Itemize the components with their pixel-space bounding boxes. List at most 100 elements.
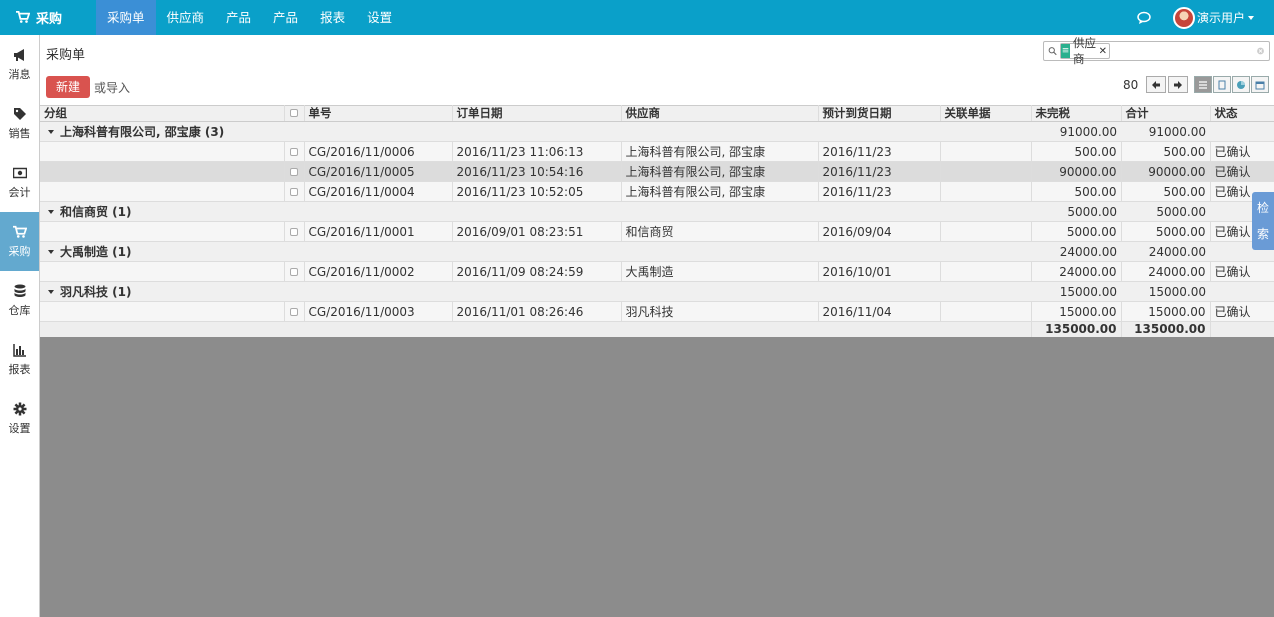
- group-row[interactable]: 大禹制造 (1) 24000.00 24000.00: [40, 241, 1274, 262]
- group-row[interactable]: 羽凡科技 (1) 15000.00 15000.00: [40, 281, 1274, 302]
- chevron-down-icon: [1248, 15, 1254, 20]
- cell-supplier: 上海科普有限公司, 邵宝康: [621, 141, 819, 162]
- side-tab-label: 索: [1256, 227, 1269, 241]
- sidebar-item-warehouse[interactable]: 仓库: [0, 271, 39, 330]
- menu-products[interactable]: 产品: [215, 0, 262, 35]
- column-header-status[interactable]: 状态: [1210, 105, 1274, 122]
- cell-number: CG/2016/11/0006: [304, 141, 453, 162]
- column-header-group[interactable]: 分组: [40, 105, 285, 122]
- table-row[interactable]: CG/2016/11/0003 2016/11/01 08:26:46 羽凡科技…: [40, 301, 1274, 322]
- pager-next-button[interactable]: [1168, 76, 1188, 93]
- column-header-related[interactable]: 关联单据: [940, 105, 1032, 122]
- column-header-supplier[interactable]: 供应商: [621, 105, 819, 122]
- menu-settings[interactable]: 设置: [356, 0, 403, 35]
- cell-supplier: 上海科普有限公司, 邵宝康: [621, 161, 819, 182]
- cell-status: 已确认: [1210, 261, 1274, 282]
- group-row[interactable]: 和信商贸 (1) 5000.00 5000.00: [40, 201, 1274, 222]
- close-icon[interactable]: ✕: [1099, 46, 1107, 57]
- form-view-button[interactable]: [1213, 76, 1231, 93]
- menu-suppliers[interactable]: 供应商: [156, 0, 216, 35]
- chat-icon[interactable]: [1137, 11, 1153, 25]
- group-name: 上海科普有限公司, 邵宝康 (3): [60, 125, 225, 139]
- cell-total: 24000.00: [1121, 261, 1211, 282]
- list-view-button[interactable]: [1194, 76, 1212, 93]
- row-checkbox[interactable]: [284, 181, 305, 202]
- sidebar-item-purchase[interactable]: 采购: [0, 212, 39, 271]
- column-header-order-date[interactable]: 订单日期: [452, 105, 622, 122]
- search-box[interactable]: ≡ 供应商 ✕: [1043, 36, 1270, 66]
- list-view: 采购单 ≡ 供应商 ✕ 新建 或导入 80 分组 单号 订单日期 供应商 预计到…: [40, 35, 1274, 337]
- avatar[interactable]: [1172, 6, 1195, 29]
- menu-purchase-orders[interactable]: 采购单: [96, 0, 156, 35]
- group-untaxed: 91000.00: [1031, 121, 1121, 142]
- cell-untaxed: 500.00: [1031, 141, 1122, 162]
- arrow-left-icon: [1152, 80, 1160, 89]
- cell-order-date: 2016/11/23 10:52:05: [452, 181, 622, 202]
- import-link[interactable]: 或导入: [94, 79, 130, 96]
- cell-supplier: 和信商贸: [621, 221, 819, 242]
- app-brand-label: 采购: [36, 12, 63, 27]
- sidebar-item-label: 消息: [8, 67, 31, 81]
- search-side-tab[interactable]: 检 索: [1252, 192, 1274, 250]
- cell-expected-date: 2016/11/23: [818, 141, 941, 162]
- cell-related: [940, 261, 1032, 282]
- pie-chart-icon: [1237, 80, 1245, 89]
- cell-untaxed: 90000.00: [1031, 161, 1122, 182]
- table-row[interactable]: CG/2016/11/0006 2016/11/23 11:06:13 上海科普…: [40, 141, 1274, 162]
- row-checkbox[interactable]: [284, 221, 305, 242]
- sidebar-item-label: 设置: [8, 421, 31, 435]
- gear-icon: [13, 402, 26, 415]
- menu-products-2[interactable]: 产品: [262, 0, 309, 35]
- table-row[interactable]: CG/2016/11/0004 2016/11/23 10:52:05 上海科普…: [40, 181, 1274, 202]
- search-icon: [1048, 47, 1057, 56]
- graph-view-button[interactable]: [1232, 76, 1250, 93]
- cell-supplier: 上海科普有限公司, 邵宝康: [621, 181, 819, 202]
- cell-total: 90000.00: [1121, 161, 1211, 182]
- tag-icon: [13, 107, 26, 120]
- cell-related: [940, 221, 1032, 242]
- cell-number: CG/2016/11/0005: [304, 161, 453, 182]
- cell-related: [940, 301, 1032, 322]
- sidebar-item-messages[interactable]: 消息: [0, 35, 39, 94]
- group-row[interactable]: 上海科普有限公司, 邵宝康 (3) 91000.00 91000.00: [40, 121, 1274, 142]
- row-checkbox[interactable]: [284, 141, 305, 162]
- menu-reports[interactable]: 报表: [309, 0, 356, 35]
- caret-down-icon: [48, 129, 54, 134]
- sidebar-item-reports[interactable]: 报表: [0, 330, 39, 389]
- row-checkbox[interactable]: [284, 261, 305, 282]
- megaphone-icon: [13, 48, 24, 61]
- new-button[interactable]: 新建: [46, 76, 90, 98]
- caret-down-icon: [48, 289, 54, 294]
- cart-icon: [16, 11, 30, 24]
- search-facet-label: 供应商: [1072, 36, 1096, 66]
- sidebar-item-accounting[interactable]: 会计: [0, 153, 39, 212]
- cart-icon: [12, 225, 27, 238]
- cell-total: 15000.00: [1121, 301, 1211, 322]
- sidebar-item-label: 会计: [8, 185, 31, 199]
- user-menu[interactable]: 演示用户: [1197, 9, 1245, 26]
- search-facet[interactable]: ≡ 供应商 ✕: [1060, 36, 1110, 66]
- column-header-expected-date[interactable]: 预计到货日期: [818, 105, 941, 122]
- sidebar-item-sales[interactable]: 销售: [0, 94, 39, 153]
- table-row[interactable]: CG/2016/11/0002 2016/11/09 08:24:59 大禹制造…: [40, 261, 1274, 282]
- group-by-icon: ≡: [1061, 44, 1070, 58]
- cell-order-date: 2016/09/01 08:23:51: [452, 221, 622, 242]
- row-checkbox[interactable]: [284, 301, 305, 322]
- purchase-order-table: 分组 单号 订单日期 供应商 预计到货日期 关联单据 未完税 合计 状态 上海科…: [40, 105, 1274, 337]
- app-brand[interactable]: 采购: [0, 0, 96, 35]
- column-header-total[interactable]: 合计: [1121, 105, 1211, 122]
- select-all-checkbox[interactable]: [284, 105, 305, 122]
- table-row[interactable]: CG/2016/11/0005 2016/11/23 10:54:16 上海科普…: [40, 161, 1274, 182]
- search-input[interactable]: [1109, 43, 1256, 59]
- calendar-view-button[interactable]: [1251, 76, 1269, 93]
- cell-status: 已确认: [1210, 301, 1274, 322]
- top-right-area: 演示用户: [1137, 0, 1274, 35]
- clear-search-icon[interactable]: [1256, 45, 1265, 57]
- column-header-untaxed[interactable]: 未完税: [1031, 105, 1122, 122]
- cell-untaxed: 5000.00: [1031, 221, 1122, 242]
- column-header-number[interactable]: 单号: [304, 105, 453, 122]
- row-checkbox[interactable]: [284, 161, 305, 182]
- sidebar-item-settings[interactable]: 设置: [0, 389, 39, 448]
- table-row[interactable]: CG/2016/11/0001 2016/09/01 08:23:51 和信商贸…: [40, 221, 1274, 242]
- pager-previous-button[interactable]: [1146, 76, 1166, 93]
